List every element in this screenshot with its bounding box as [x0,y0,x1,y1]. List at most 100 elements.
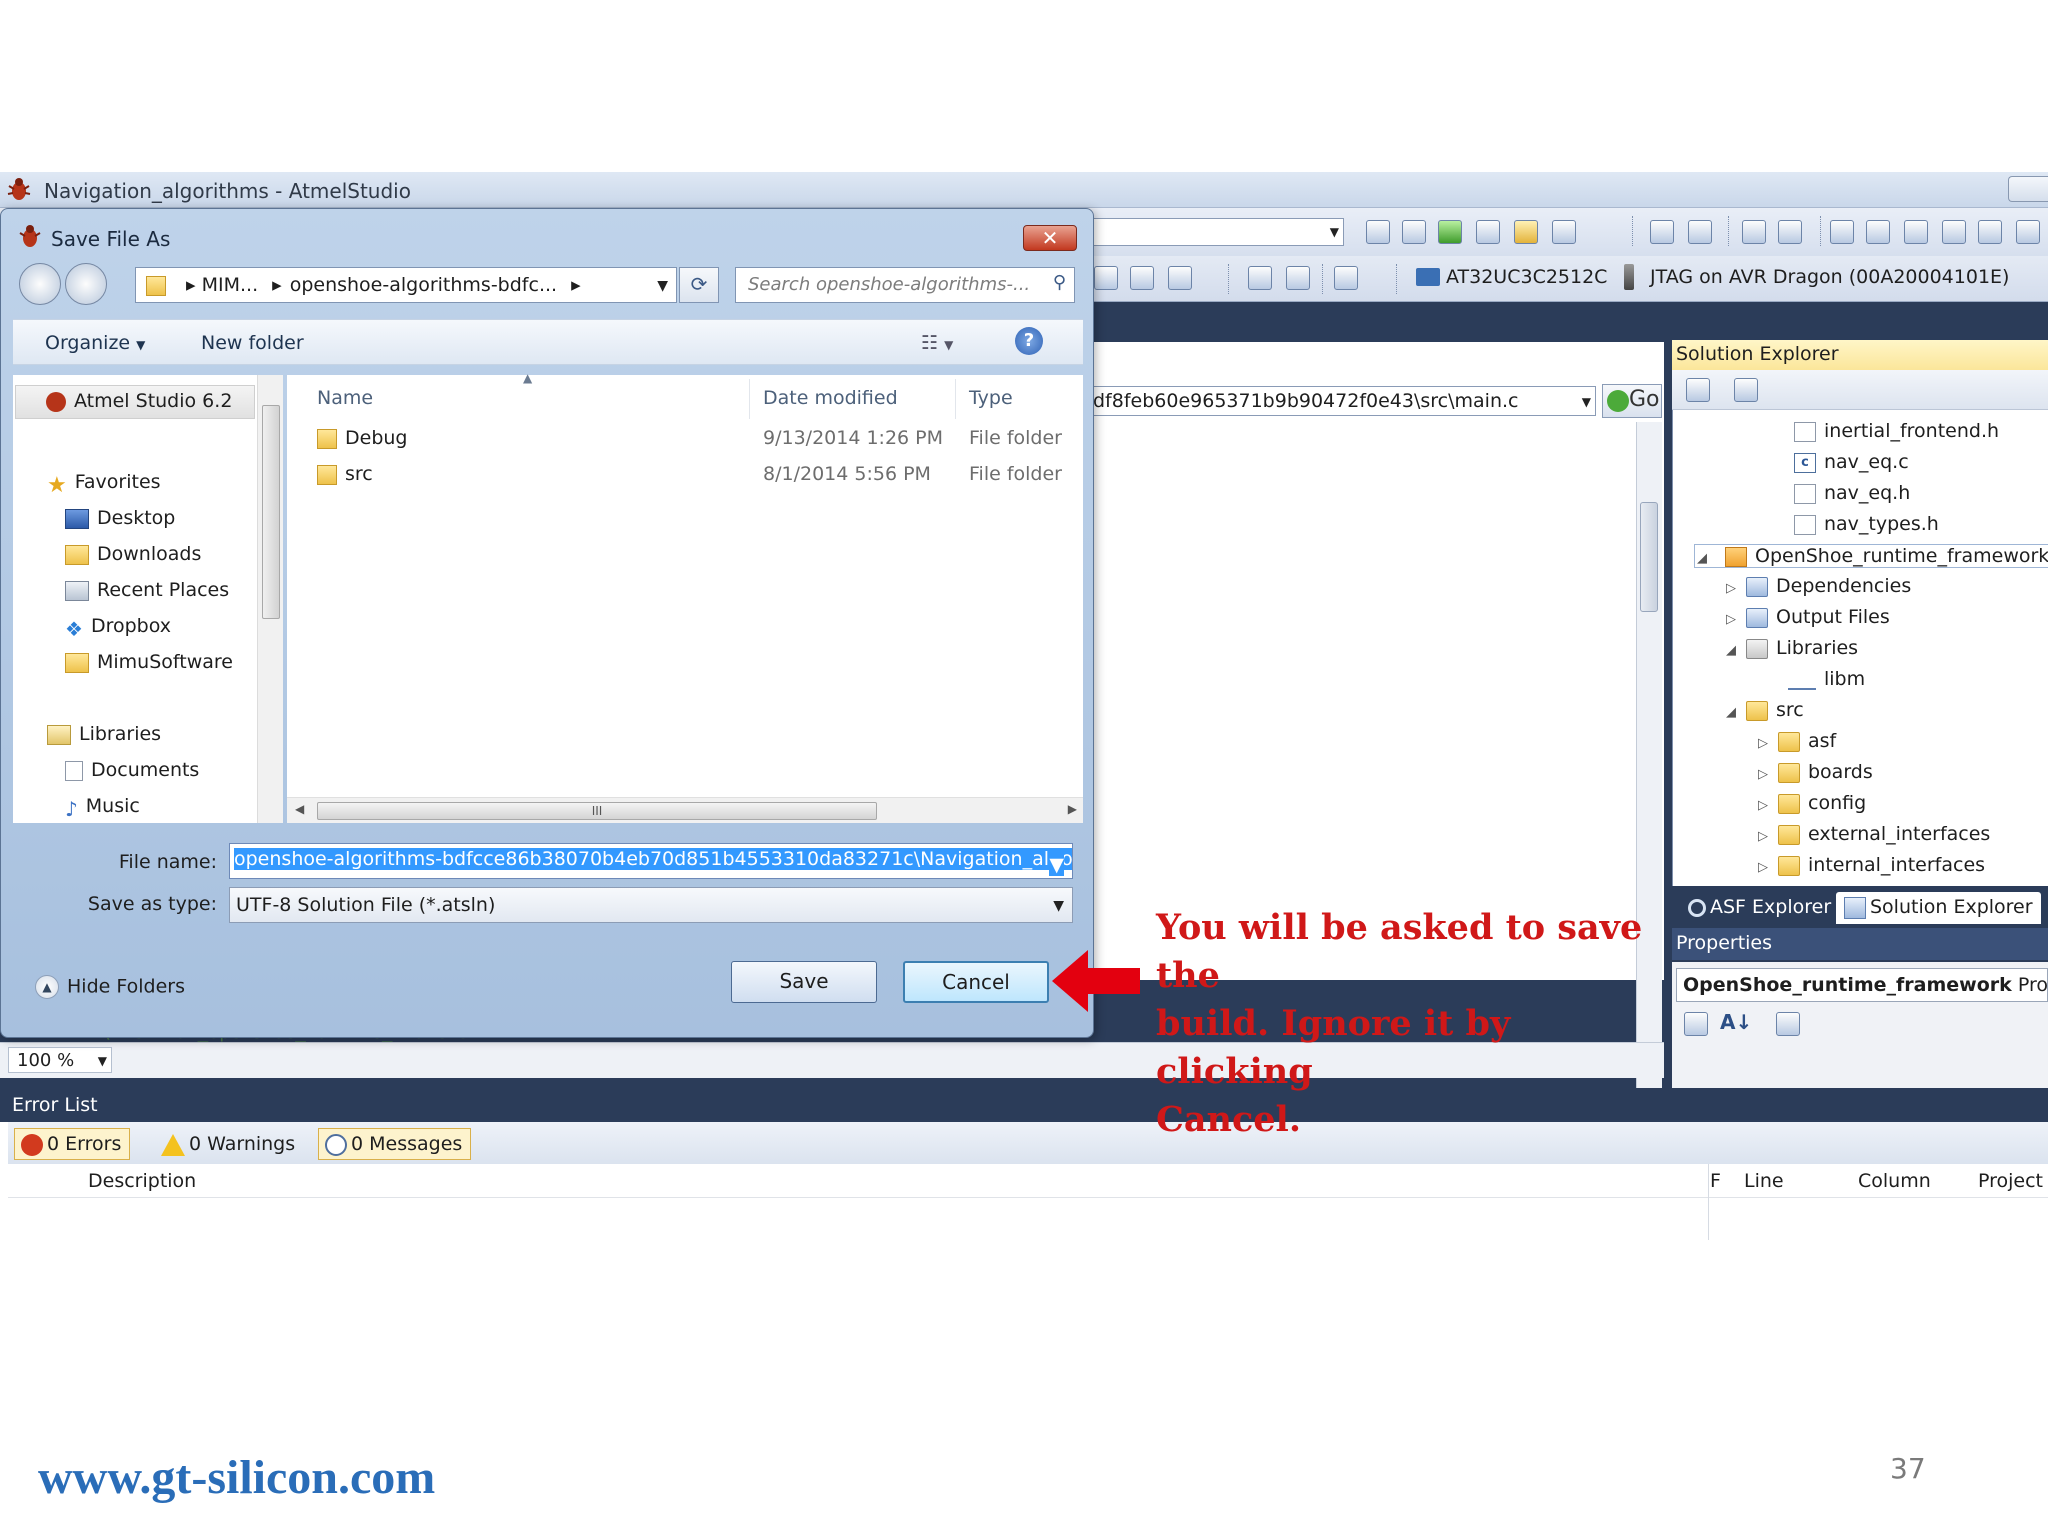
prev-in-folder-icon[interactable] [1942,220,1966,244]
column-type[interactable]: Type [969,387,1013,409]
tree-item-nav-types[interactable]: nav_types.h [1794,513,1939,535]
scrollbar-thumb[interactable]: III [317,802,877,820]
tab-asf-explorer[interactable]: ASF Explorer [1680,892,1839,924]
expand-triangle-icon[interactable]: ▷ [1758,829,1778,844]
new-folder-button[interactable]: New folder [201,332,304,354]
prev-bookmark-icon[interactable] [1866,220,1890,244]
errors-filter-button[interactable]: 0 Errors [14,1128,131,1160]
tree-item-project[interactable]: ◢ OpenShoe_runtime_framework [1694,544,2048,568]
tree-item-internal-interfaces[interactable]: ▷ internal_interfaces [1758,854,1985,876]
nav-item-mimusoftware[interactable]: MimuSoftware [65,651,233,673]
io-view-icon[interactable] [1168,266,1192,290]
help-icon[interactable]: ? [1015,327,1043,355]
nav-item-desktop[interactable]: Desktop [65,507,175,529]
scrollbar-thumb[interactable] [262,405,280,619]
code-editor[interactable] [1088,342,1664,980]
scrollbar-thumb[interactable] [1640,502,1658,612]
chip-icon[interactable] [1286,266,1310,290]
save-button[interactable]: Save [731,961,877,1003]
find-icon[interactable] [1366,220,1390,244]
outdent-icon[interactable] [1688,220,1712,244]
categorized-icon[interactable] [1684,1012,1708,1036]
expand-triangle-icon[interactable]: ▷ [1758,860,1778,875]
tree-item-config[interactable]: ▷ config [1758,792,1866,814]
uncomment-icon[interactable] [1778,220,1802,244]
nav-item-music[interactable]: ♪ Music [65,795,140,821]
expand-triangle-icon[interactable]: ▷ [1726,612,1746,627]
column-line[interactable]: Line [1744,1170,1784,1192]
collapse-triangle-icon[interactable]: ◢ [1726,643,1746,658]
windows-icon[interactable] [1476,220,1500,244]
nav-item-downloads[interactable]: Downloads [65,543,201,565]
property-pages-icon[interactable] [1776,1012,1800,1036]
messages-filter-button[interactable]: 0 Messages [318,1128,472,1160]
warnings-filter-button[interactable]: 0 Warnings [154,1128,304,1160]
tree-item-output-files[interactable]: ▷ Output Files [1726,606,1890,628]
go-button[interactable]: Go [1602,384,1662,418]
nav-item-recent-places[interactable]: Recent Places [65,579,229,601]
column-file[interactable]: F [1710,1170,1721,1192]
column-project[interactable]: Project [1978,1170,2043,1192]
device-name[interactable]: AT32UC3C2512C [1446,266,1607,288]
back-button[interactable] [19,263,61,305]
tree-item-libm[interactable]: libm [1788,668,1865,690]
tree-item-boards[interactable]: ▷ boards [1758,761,1873,783]
navigation-path-combo[interactable]: df8feb60e965371b9b90472f0e43\src\main.c ▼ [1088,386,1596,416]
file-row[interactable]: Debug 9/13/2014 1:26 PM File folder [317,427,1083,457]
collapse-triangle-icon[interactable]: ◢ [1726,705,1746,720]
scroll-left-icon[interactable]: ◀ [295,802,304,816]
window-control-button[interactable] [2008,176,2048,202]
comment-icon[interactable] [1742,220,1766,244]
scroll-right-icon[interactable]: ▶ [1068,802,1077,816]
wand-icon[interactable] [1514,220,1538,244]
close-button[interactable]: ✕ [1023,225,1077,251]
clear-bookmarks-icon[interactable] [2016,220,2040,244]
window-icon[interactable] [1552,220,1576,244]
expand-triangle-icon[interactable]: ▷ [1758,736,1778,751]
properties-object-selector[interactable]: OpenShoe_runtime_framework Projec [1676,968,2048,1002]
column-divider[interactable] [955,379,956,419]
processor-icon[interactable] [1130,266,1154,290]
navigation-pane-scrollbar[interactable] [257,375,283,823]
expand-triangle-icon[interactable]: ▷ [1726,581,1746,596]
debug-icon[interactable] [1334,266,1358,290]
tree-item-dependencies[interactable]: ▷ Dependencies [1726,575,1911,597]
column-description[interactable]: Description [88,1170,196,1192]
search-input[interactable]: Search openshoe-algorithms-... ⚲ [735,267,1075,303]
bookmark-icon[interactable] [1830,220,1854,244]
column-column[interactable]: Column [1858,1170,1931,1192]
solution-config-combo[interactable]: ▼ [1092,218,1344,246]
chevron-down-icon[interactable]: ▼ [1049,854,1064,876]
file-row[interactable]: src 8/1/2014 5:56 PM File folder [317,463,1083,493]
device-programming-icon[interactable] [1248,266,1272,290]
organize-button[interactable]: Organize ▼ [45,332,145,354]
breadcrumb-openshoe[interactable]: openshoe-algorithms-bdfc... [290,274,557,296]
tree-item-src[interactable]: ◢ src [1726,699,1804,721]
next-bookmark-icon[interactable] [1904,220,1928,244]
file-list-horizontal-scrollbar[interactable]: III ◀ ▶ [287,797,1083,823]
cancel-button[interactable]: Cancel [903,961,1049,1003]
start-icon[interactable] [1438,220,1462,244]
tree-item-asf[interactable]: ▷ asf [1758,730,1836,752]
file-name-input[interactable]: openshoe-algorithms-bdfcce86b38070b4eb70… [229,843,1073,879]
tab-solution-explorer[interactable]: Solution Explorer [1836,892,2041,924]
debugger-tool-name[interactable]: JTAG on AVR Dragon (00A20004101E) [1650,266,2009,288]
nav-item-atmel-studio[interactable]: Atmel Studio 6.2 [15,385,255,419]
next-in-folder-icon[interactable] [1978,220,2002,244]
zoom-combo[interactable]: 100 % ▼ [8,1047,112,1073]
open-folder-icon[interactable] [1402,220,1426,244]
memory-icon[interactable] [1094,266,1118,290]
expand-triangle-icon[interactable]: ▷ [1758,767,1778,782]
expand-triangle-icon[interactable]: ▷ [1758,798,1778,813]
column-date-modified[interactable]: Date modified [763,387,898,409]
column-divider[interactable] [749,379,750,419]
indent-icon[interactable] [1650,220,1674,244]
nav-favorites[interactable]: ★ Favorites [47,471,161,498]
nav-item-dropbox[interactable]: ❖ Dropbox [65,615,171,641]
sort-alphabetical-icon[interactable]: A↓ [1720,1010,1752,1034]
view-options-icon[interactable]: ☷ ▼ [921,332,953,354]
forward-button[interactable] [65,263,107,305]
collapse-triangle-icon[interactable]: ◢ [1697,551,1717,566]
properties-icon[interactable] [1686,378,1710,402]
address-bar[interactable]: ▸ MIM... ▸ openshoe-algorithms-bdfc... ▸ ▼ [135,267,677,303]
